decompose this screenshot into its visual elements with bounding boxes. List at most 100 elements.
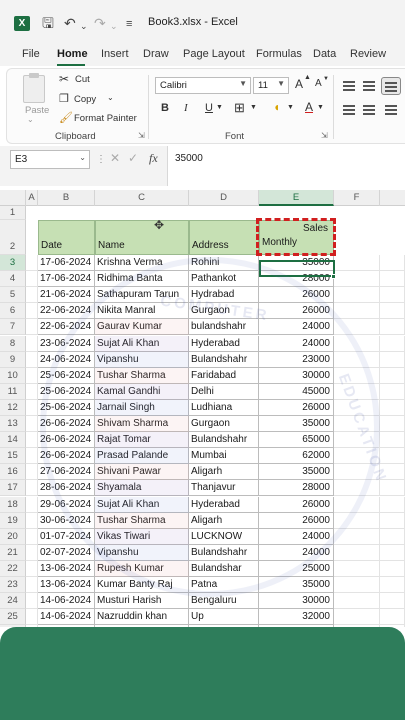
cell-g[interactable]: [380, 303, 405, 320]
cell-name[interactable]: Musturi Harish: [95, 593, 189, 610]
cell-a[interactable]: [26, 593, 38, 610]
cell-g[interactable]: [380, 464, 405, 481]
cell-name[interactable]: Shivani Pawar: [95, 464, 189, 481]
underline-dropdown-icon[interactable]: ▼: [216, 104, 223, 111]
cell-sales[interactable]: 35000: [259, 416, 334, 433]
cell-date[interactable]: 25-06-2024: [38, 383, 95, 400]
fill-handle[interactable]: [331, 274, 336, 279]
tab-insert[interactable]: Insert: [101, 48, 129, 60]
cancel-icon[interactable]: ✕: [110, 151, 120, 165]
cell-name[interactable]: Rajat Tomar: [95, 432, 189, 449]
tab-home[interactable]: Home: [57, 48, 88, 60]
cell-address[interactable]: Bengaluru: [189, 593, 259, 610]
cell-g[interactable]: [380, 512, 405, 529]
cell-g[interactable]: [380, 609, 405, 626]
cell-sales[interactable]: 26000: [259, 399, 334, 416]
cell-g[interactable]: [380, 560, 405, 577]
tab-file[interactable]: File: [22, 48, 40, 60]
name-box[interactable]: E3 ⌄: [10, 150, 90, 169]
row-header[interactable]: 25: [0, 609, 26, 626]
cell-name[interactable]: Tushar Sharma: [95, 367, 189, 384]
cell-sales[interactable]: 30000: [259, 367, 334, 384]
cell-name[interactable]: Jarnail Singh: [95, 399, 189, 416]
cell-sales[interactable]: 24000: [259, 544, 334, 561]
cell-name[interactable]: Gaurav Kumar: [95, 319, 189, 336]
borders-icon[interactable]: ⊞: [234, 100, 245, 116]
cell-sales[interactable]: 24000: [259, 319, 334, 336]
cell-g[interactable]: [380, 432, 405, 449]
enter-icon[interactable]: ✓: [128, 151, 138, 165]
cell-f[interactable]: [334, 303, 380, 320]
cell-f[interactable]: [334, 528, 380, 545]
cell-sales[interactable]: 25000: [259, 560, 334, 577]
cell-a[interactable]: [26, 351, 38, 368]
cell-address[interactable]: Delhi: [189, 383, 259, 400]
cell-f[interactable]: [334, 496, 380, 513]
cell-a[interactable]: [26, 319, 38, 336]
fill-color-icon[interactable]: ◖: [273, 100, 280, 114]
format-painter-icon[interactable]: 🖌: [59, 111, 73, 124]
cell-date[interactable]: 27-06-2024: [38, 464, 95, 481]
cell-date[interactable]: 25-06-2024: [38, 367, 95, 384]
cell-sales[interactable]: 26000: [259, 303, 334, 320]
cell-a[interactable]: [26, 464, 38, 481]
cell-g[interactable]: [380, 383, 405, 400]
cell-date[interactable]: 25-06-2024: [38, 399, 95, 416]
font-launcher-icon[interactable]: ⇲: [321, 131, 328, 140]
scissors-icon[interactable]: ✂: [59, 72, 69, 86]
cell-address[interactable]: Bulandshahr: [189, 432, 259, 449]
row-header[interactable]: 9: [0, 351, 26, 368]
copy-button[interactable]: Copy: [74, 94, 96, 105]
row-header-1[interactable]: 1: [0, 206, 26, 220]
cell-address[interactable]: Hyderabad: [189, 496, 259, 513]
bold-button[interactable]: B: [161, 102, 169, 114]
cell-a[interactable]: [26, 448, 38, 465]
format-painter-button[interactable]: Format Painter: [74, 113, 137, 124]
cell-a[interactable]: [26, 496, 38, 513]
grow-font-button[interactable]: A: [295, 77, 303, 91]
cell-name[interactable]: Sathapuram Tarun: [95, 287, 189, 304]
cell-g[interactable]: [380, 448, 405, 465]
cell-date[interactable]: 24-06-2024: [38, 351, 95, 368]
cell-date[interactable]: 26-06-2024: [38, 432, 95, 449]
cell-name[interactable]: Rupesh Kumar: [95, 560, 189, 577]
cell-sales[interactable]: 24000: [259, 528, 334, 545]
cell-date[interactable]: 17-06-2024: [38, 271, 95, 288]
cell-f[interactable]: [334, 560, 380, 577]
cell-f[interactable]: [334, 609, 380, 626]
cell-date[interactable]: 02-07-2024: [38, 544, 95, 561]
spreadsheet-grid[interactable]: A B C D E F 1 2 Date Name Address Sales …: [0, 190, 405, 627]
cell-address[interactable]: Bulandshar: [189, 560, 259, 577]
cell-sales[interactable]: 30000: [259, 593, 334, 610]
row-header[interactable]: 13: [0, 416, 26, 433]
cell-sales[interactable]: 35000: [259, 577, 334, 594]
cell-sales[interactable]: 24000: [259, 335, 334, 352]
cell-sales[interactable]: 26000: [259, 287, 334, 304]
cell-g[interactable]: [380, 319, 405, 336]
cell-sales[interactable]: 62000: [259, 448, 334, 465]
cell-g[interactable]: [380, 399, 405, 416]
borders-dropdown-icon[interactable]: ▼: [250, 104, 257, 111]
cell-name[interactable]: Krishna Verma: [95, 255, 189, 272]
cell-sales[interactable]: 26000: [259, 496, 334, 513]
align-center-icon[interactable]: [363, 105, 375, 115]
cell-f[interactable]: [334, 399, 380, 416]
cell-name[interactable]: Kamal Gandhi: [95, 383, 189, 400]
row-header[interactable]: 4: [0, 271, 26, 288]
cell-a[interactable]: [26, 271, 38, 288]
cell-name[interactable]: Kumar Banty Raj: [95, 577, 189, 594]
cell-a[interactable]: [26, 287, 38, 304]
cell-date[interactable]: 30-06-2024: [38, 512, 95, 529]
tab-data[interactable]: Data: [313, 48, 336, 60]
cell-a[interactable]: [26, 512, 38, 529]
column-header-c[interactable]: C: [95, 190, 189, 206]
row-header[interactable]: 6: [0, 303, 26, 320]
cell-a[interactable]: [26, 335, 38, 352]
cell-g[interactable]: [380, 416, 405, 433]
row-header-2[interactable]: 2: [0, 220, 26, 255]
cut-button[interactable]: Cut: [75, 74, 90, 85]
cell-f[interactable]: [334, 577, 380, 594]
cell-g[interactable]: [380, 255, 405, 272]
cell-sales[interactable]: 32000: [259, 609, 334, 626]
column-header-e[interactable]: E: [259, 190, 334, 206]
